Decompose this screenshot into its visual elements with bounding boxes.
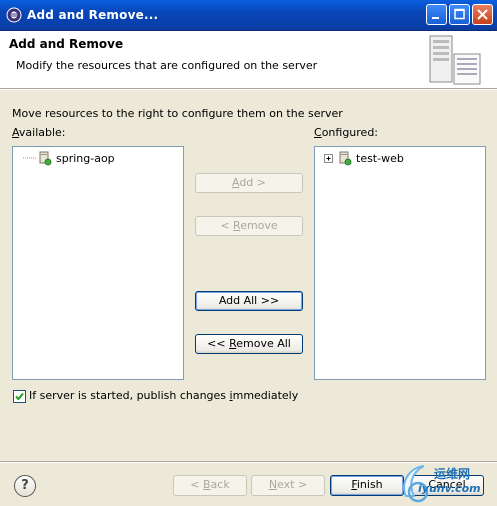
close-button[interactable]: [472, 4, 493, 25]
minimize-icon: [432, 17, 439, 19]
page-title: Add and Remove: [9, 37, 124, 51]
available-list[interactable]: spring-aop: [12, 146, 184, 380]
finish-button[interactable]: Finish: [330, 475, 404, 496]
configured-label: Configured:: [314, 126, 379, 139]
eclipse-icon: [6, 7, 22, 23]
instruction-text: Move resources to the right to configure…: [12, 107, 343, 120]
window-title: Add and Remove...: [27, 8, 159, 22]
list-item[interactable]: spring-aop: [23, 150, 115, 166]
help-button[interactable]: ?: [14, 475, 36, 497]
watermark: 运维网 iyunv.com: [398, 462, 497, 506]
available-label: Available:: [12, 126, 66, 139]
publish-checkbox-label[interactable]: If server is started, publish changes im…: [29, 389, 298, 402]
divider: [0, 89, 497, 90]
watermark-line1: 运维网: [434, 467, 471, 481]
header-banner: Add and Remove Modify the resources that…: [0, 31, 497, 89]
list-item-label: spring-aop: [56, 151, 115, 165]
tree-line-icon: [23, 157, 36, 159]
list-item[interactable]: test-web: [323, 150, 404, 166]
list-item-label: test-web: [356, 151, 404, 165]
close-icon: [477, 9, 488, 20]
publish-checkbox[interactable]: [13, 390, 26, 403]
page-description: Modify the resources that are configured…: [16, 59, 318, 72]
server-icon: [429, 35, 481, 85]
project-icon: [39, 151, 52, 166]
watermark-line2: iyunv.com: [418, 482, 481, 495]
maximize-button[interactable]: [449, 4, 470, 25]
configured-list[interactable]: test-web: [314, 146, 486, 380]
title-bar[interactable]: Add and Remove...: [0, 0, 497, 31]
back-button[interactable]: < Back: [173, 475, 247, 496]
minimize-button[interactable]: [426, 4, 447, 25]
add-button[interactable]: Add >: [195, 173, 303, 193]
expand-icon[interactable]: [323, 150, 337, 166]
checkmark-icon: [15, 392, 24, 401]
maximize-icon: [454, 8, 465, 20]
remove-button[interactable]: < Remove: [195, 216, 303, 236]
project-icon: [339, 151, 352, 166]
add-all-button[interactable]: Add All >>: [195, 291, 303, 311]
next-button[interactable]: Next >: [251, 475, 325, 496]
remove-all-button[interactable]: << Remove All: [195, 334, 303, 354]
